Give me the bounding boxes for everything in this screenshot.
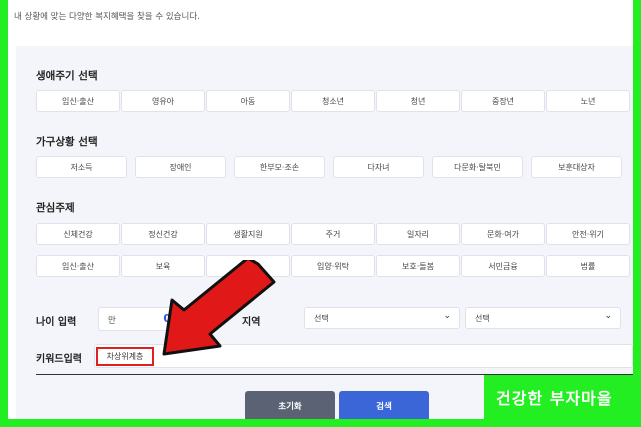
- interest-chip[interactable]: 정신건강: [121, 223, 205, 245]
- interest-chip[interactable]: 안전·위기: [546, 223, 630, 245]
- household-chip[interactable]: 저소득: [36, 156, 127, 178]
- household-chip[interactable]: 다문화·탈북민: [432, 156, 523, 178]
- interest-chip[interactable]: 일자리: [376, 223, 460, 245]
- lifecycle-chip[interactable]: 임신·출산: [36, 90, 120, 112]
- household-title: 가구상황 선택: [36, 136, 98, 148]
- intro-text: 내 상황에 맞는 다양한 복지혜택을 찾을 수 있습니다.: [14, 12, 200, 22]
- lifecycle-chip[interactable]: 중장년: [461, 90, 545, 112]
- interest-chip[interactable]: 서민금융: [461, 255, 545, 277]
- interest-chip[interactable]: 보호·돌봄: [376, 255, 460, 277]
- interest-chip[interactable]: 주거: [291, 223, 375, 245]
- red-arrow-annotation: [162, 260, 276, 356]
- chevron-down-icon: ⌄: [604, 311, 612, 321]
- brand-watermark: 건강한 부자마을: [484, 375, 633, 419]
- search-button[interactable]: 검색: [339, 391, 429, 419]
- household-chip[interactable]: 보훈대상자: [531, 156, 622, 178]
- reset-button[interactable]: 초기화: [245, 391, 335, 419]
- interest-chip[interactable]: 임신·출산: [36, 255, 120, 277]
- age-label: 나이 입력: [36, 317, 77, 328]
- lifecycle-title: 생애주기 선택: [36, 70, 98, 82]
- keyword-value-highlight: 차상위계층: [96, 347, 154, 366]
- lifecycle-chip[interactable]: 아동: [206, 90, 290, 112]
- keyword-label: 키워드입력: [36, 354, 82, 365]
- household-chip[interactable]: 장애인: [135, 156, 226, 178]
- brand-text: 건강한 부자마을: [496, 389, 613, 408]
- region-select-2[interactable]: 선택 ⌄: [465, 307, 621, 329]
- chevron-down-icon: ⌄: [443, 311, 451, 321]
- lifecycle-chip[interactable]: 노년: [546, 90, 630, 112]
- lifecycle-chip[interactable]: 영유아: [121, 90, 205, 112]
- lifecycle-chip[interactable]: 청소년: [291, 90, 375, 112]
- region-select-1[interactable]: 선택 ⌄: [304, 307, 460, 329]
- interest-chip[interactable]: 문화·여가: [461, 223, 545, 245]
- interest-chip[interactable]: 생활지원: [206, 223, 290, 245]
- interest-chip[interactable]: 신체건강: [36, 223, 120, 245]
- region-select-1-value: 선택: [314, 314, 329, 323]
- region-select-2-value: 선택: [475, 314, 490, 323]
- interest-title: 관심주제: [36, 202, 75, 214]
- page-frame: 내 상황에 맞는 다양한 복지혜택을 찾을 수 있습니다. 생애주기 선택 임신…: [8, 0, 633, 419]
- interest-chip[interactable]: 입양·위탁: [291, 255, 375, 277]
- household-chip[interactable]: 한부모·조손: [234, 156, 325, 178]
- age-prefix: 만: [108, 316, 116, 326]
- household-chip[interactable]: 다자녀: [333, 156, 424, 178]
- lifecycle-chip[interactable]: 청년: [376, 90, 460, 112]
- interest-chip[interactable]: 법률: [546, 255, 630, 277]
